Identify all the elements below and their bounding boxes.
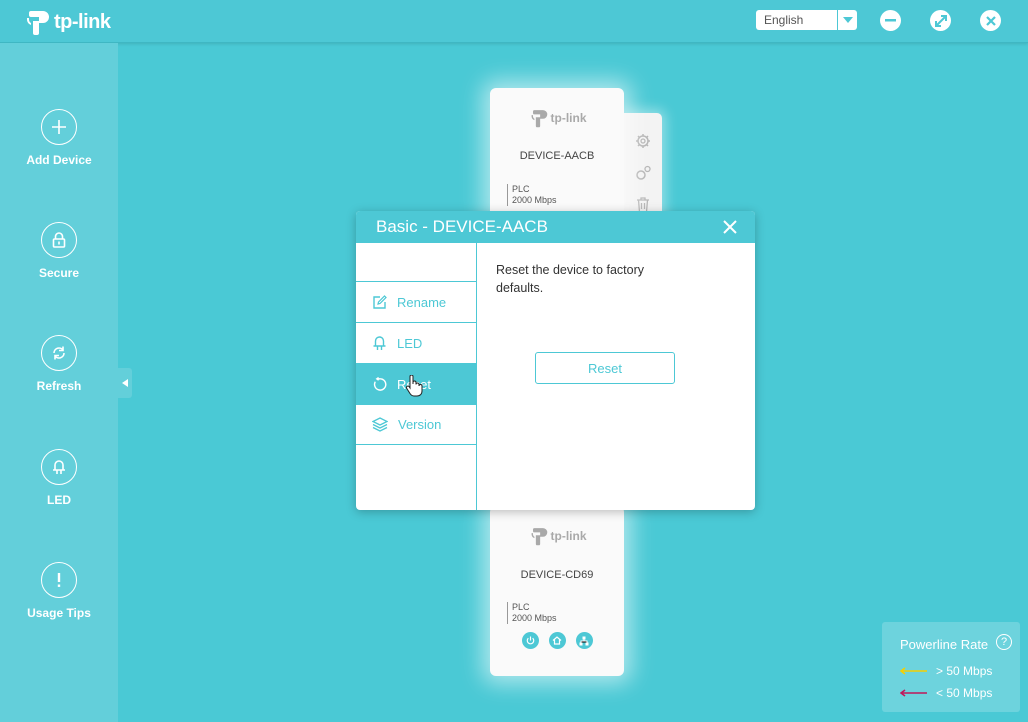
brand-name: tp-link (54, 10, 111, 33)
reset-button[interactable]: Reset (535, 352, 675, 384)
sidebar-item-secure[interactable]: Secure (0, 222, 118, 280)
legend-row-low: < 50 Mbps (900, 686, 992, 700)
help-icon[interactable]: ? (996, 634, 1012, 650)
close-icon (985, 15, 996, 26)
legend-title: Powerline Rate (900, 637, 989, 652)
app-logo: tp-link (22, 8, 111, 36)
tp-link-logo-icon (531, 110, 547, 128)
close-button[interactable] (980, 10, 1001, 31)
menu-item-label: Version (398, 417, 442, 432)
chevron-left-icon (122, 379, 128, 387)
device-brand: tp-link (490, 108, 624, 128)
device-type: PLC (512, 184, 530, 194)
menu-item-version[interactable]: Version (356, 404, 476, 445)
legend-label: > 50 Mbps (936, 664, 993, 678)
sidebar-item-label: Secure (38, 266, 80, 280)
lock-icon (41, 222, 77, 258)
reset-description: Reset the device to factory defaults. (496, 263, 644, 295)
menu-item-rename[interactable]: Rename (356, 281, 476, 322)
legend-row-high: > 50 Mbps (900, 664, 992, 678)
chevron-down-icon[interactable] (837, 10, 857, 30)
title-bar: tp-link English (0, 0, 1028, 43)
device-brand-text: tp-link (550, 529, 587, 543)
tp-link-logo-icon (27, 11, 49, 35)
yellow-arrow-icon (900, 667, 927, 675)
sidebar-item-add-device[interactable]: Add Device (0, 109, 118, 167)
home-icon (548, 632, 566, 649)
hand-cursor-icon (405, 375, 423, 397)
sidebar-item-label: Add Device (26, 153, 92, 167)
legend-label: < 50 Mbps (936, 686, 993, 700)
led-icon (373, 336, 386, 350)
restore-button[interactable] (930, 10, 951, 31)
refresh-icon (41, 335, 77, 371)
led-icon (41, 449, 77, 485)
sidebar-item-usage-tips[interactable]: Usage Tips (0, 562, 118, 620)
powerline-rate-legend: Powerline Rate ? > 50 Mbps < 50 Mbps (882, 622, 1020, 712)
device-plc-info: PLC 2000 Mbps (507, 602, 557, 624)
advanced-settings-icon[interactable] (633, 163, 653, 183)
magenta-arrow-icon (900, 689, 927, 697)
sidebar-item-label: Refresh (36, 379, 82, 393)
sidebar: Add Device Secure Refresh LED Usage Tips (0, 43, 118, 722)
device-action-panel (624, 113, 662, 223)
device-card[interactable]: tp-link DEVICE-CD69 PLC 2000 Mbps (490, 506, 624, 676)
menu-item-label: LED (397, 335, 423, 351)
expand-icon (934, 14, 947, 27)
tp-link-logo-icon (531, 528, 547, 546)
device-card[interactable]: tp-link DEVICE-AACB PLC 2000 Mbps (490, 88, 624, 218)
dialog-header: Basic - DEVICE-AACB (356, 211, 755, 243)
device-plc-info: PLC 2000 Mbps (507, 184, 557, 206)
dialog-menu: Rename LED Reset Version (356, 243, 477, 510)
menu-item-label: Rename (397, 294, 447, 310)
sidebar-item-refresh[interactable]: Refresh (0, 335, 118, 393)
device-brand-text: tp-link (550, 111, 587, 125)
device-rate: 2000 Mbps (512, 195, 557, 205)
device-brand: tp-link (490, 526, 624, 546)
device-name: DEVICE-CD69 (520, 569, 594, 581)
menu-item-led[interactable]: LED (356, 322, 476, 363)
sidebar-item-led[interactable]: LED (0, 449, 118, 507)
exclamation-icon (41, 562, 77, 598)
device-rate: 2000 Mbps (512, 613, 557, 623)
sidebar-item-label: Usage Tips (27, 606, 91, 620)
dialog-close-button[interactable] (721, 218, 739, 236)
device-settings-dialog: Basic - DEVICE-AACB Rename LED Reset Ver… (356, 211, 755, 510)
reset-icon (373, 376, 387, 391)
plus-icon (41, 109, 77, 145)
dialog-title: Basic - DEVICE-AACB (376, 217, 548, 236)
sidebar-collapse-button[interactable] (118, 368, 132, 398)
network-icon (575, 632, 593, 649)
minus-icon (885, 19, 896, 22)
device-name: DEVICE-AACB (519, 150, 595, 162)
device-type: PLC (512, 602, 530, 612)
edit-icon (373, 294, 387, 309)
close-icon (723, 220, 737, 234)
power-icon (521, 632, 539, 649)
language-select[interactable]: English (756, 10, 857, 30)
device-status-icons (490, 632, 624, 649)
minimize-button[interactable] (880, 10, 901, 31)
gear-icon[interactable] (633, 131, 653, 151)
sidebar-item-label: LED (47, 493, 71, 507)
language-value: English (764, 13, 804, 27)
layers-icon (372, 417, 388, 432)
